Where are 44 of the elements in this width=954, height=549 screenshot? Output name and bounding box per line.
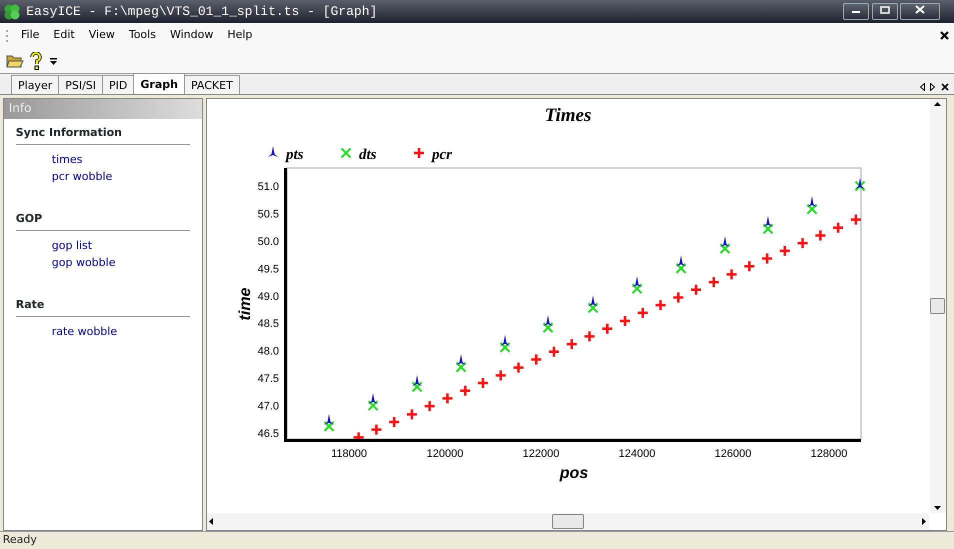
x-tick-label: 124000 xyxy=(618,448,655,460)
panel-title: Info xyxy=(4,98,202,119)
y-tick-label: 46.5 xyxy=(257,428,278,440)
info-link[interactable]: pcr wobble xyxy=(4,168,202,185)
info-link[interactable]: gop list xyxy=(4,236,202,254)
window-title: EasyICE - F:\mpeg\VTS_01_1_split.ts - [Graph] xyxy=(26,2,378,21)
x-axis-label: pos xyxy=(559,464,588,482)
y-axis-label: time xyxy=(236,287,254,320)
menu-item[interactable]: View xyxy=(82,27,122,44)
tab[interactable]: PACKET xyxy=(184,75,240,94)
legend-label: pts xyxy=(286,146,304,163)
y-tick-label: 48.0 xyxy=(257,345,278,358)
x-tick-label: 120000 xyxy=(426,448,463,460)
y-tick-label: 49.0 xyxy=(257,290,278,303)
info-link[interactable]: rate wobble xyxy=(4,322,202,340)
y-tick-label: 50.5 xyxy=(257,208,278,220)
legend-label: pcr xyxy=(432,146,452,163)
section-heading: GOP xyxy=(16,204,190,232)
tab[interactable]: Graph xyxy=(133,73,185,94)
x-tick-label: 126000 xyxy=(714,448,751,460)
menu-item[interactable]: Tools xyxy=(122,27,163,44)
x-tick-label: 118000 xyxy=(330,448,366,460)
y-tick-label: 47.0 xyxy=(257,400,278,412)
tab[interactable]: PID xyxy=(102,75,134,94)
y-tick-label: 50.0 xyxy=(257,236,278,248)
menu-item[interactable]: File xyxy=(14,27,46,44)
tab[interactable]: Player xyxy=(11,75,60,94)
y-tick-label: 47.5 xyxy=(257,372,278,385)
y-tick-label: 48.5 xyxy=(257,318,278,330)
y-tick-label: 51.0 xyxy=(257,180,278,193)
y-tick-label: 49.5 xyxy=(257,263,278,276)
section-heading: Rate xyxy=(16,290,190,318)
tab[interactable]: PSI/SI xyxy=(58,75,104,94)
info-link[interactable]: times xyxy=(4,150,202,168)
chart-title: Times xyxy=(544,104,591,126)
info-link[interactable]: gop wobble xyxy=(4,254,202,271)
status-text: Ready xyxy=(2,532,37,548)
section-heading: Sync Information xyxy=(16,118,190,146)
menu-item[interactable]: Window xyxy=(162,27,220,44)
x-tick-label: 122000 xyxy=(522,448,559,460)
x-tick-label: 128000 xyxy=(810,448,847,460)
menu-item[interactable]: Help xyxy=(220,27,260,44)
legend-label: dts xyxy=(358,146,376,163)
menu-item[interactable]: Edit xyxy=(46,27,82,44)
